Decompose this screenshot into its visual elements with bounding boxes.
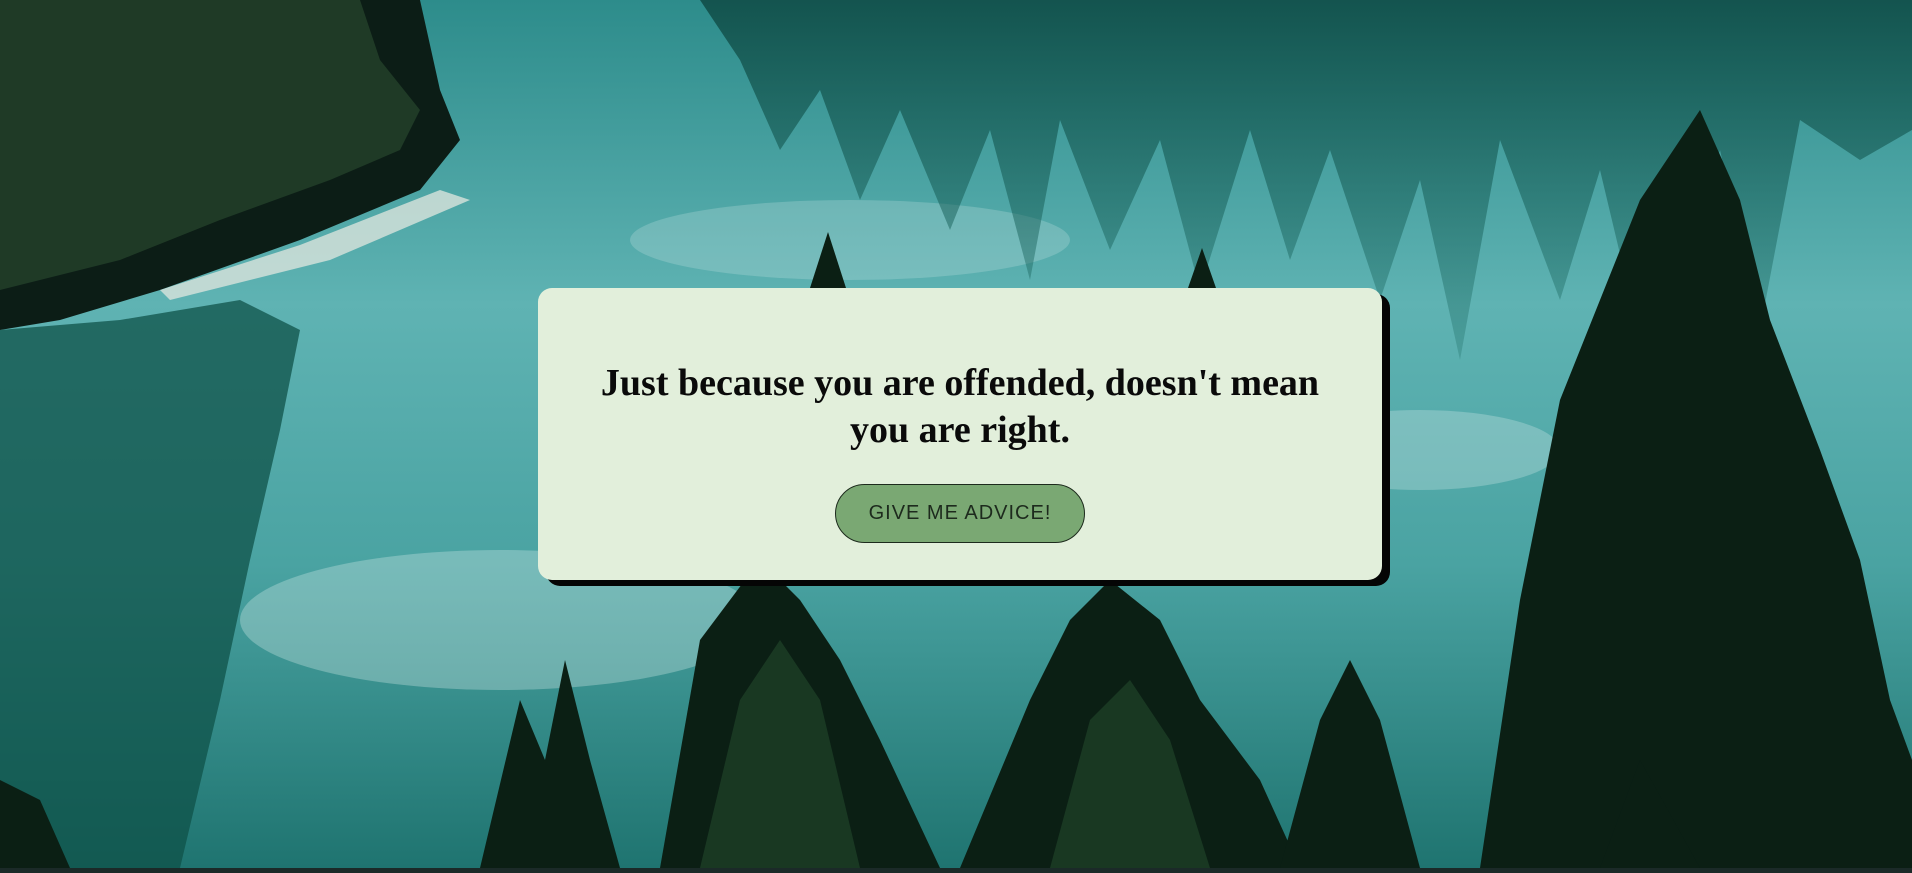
advice-card: Just because you are offended, doesn't m…	[538, 288, 1382, 580]
advice-text: Just because you are offended, doesn't m…	[600, 362, 1320, 451]
give-me-advice-button[interactable]: GIVE ME ADVICE!	[835, 484, 1085, 543]
bottom-edge	[0, 868, 1912, 873]
